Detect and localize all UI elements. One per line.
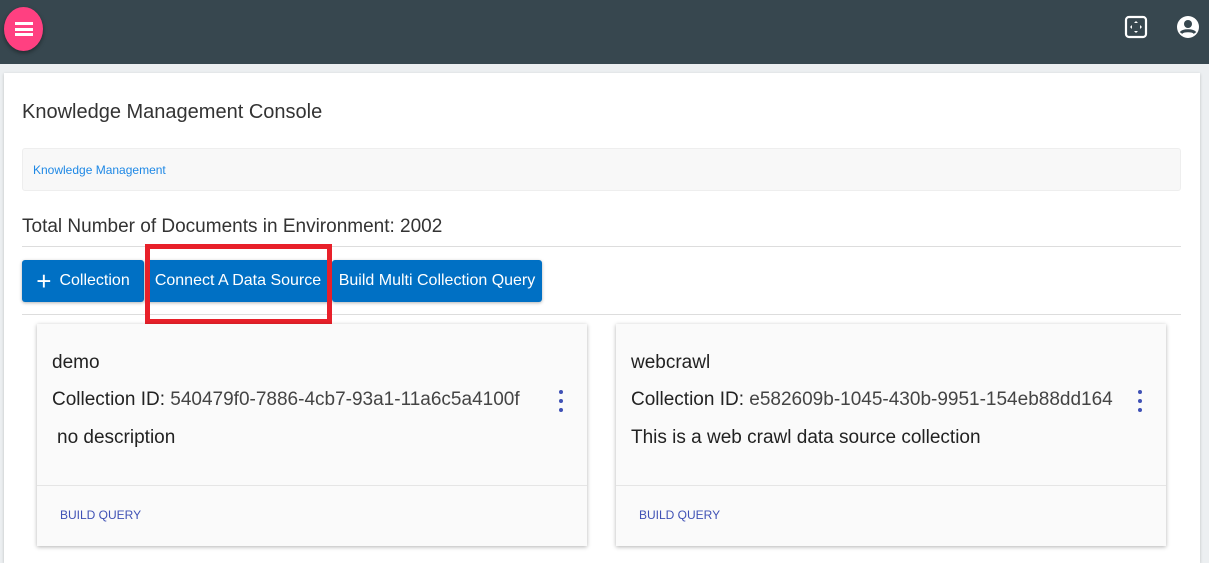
divider [37, 485, 587, 486]
top-app-bar [0, 0, 1209, 64]
collection-name: webcrawl [631, 352, 711, 373]
build-multi-collection-query-button[interactable]: Build Multi Collection Query [332, 260, 542, 302]
menu-button[interactable] [4, 7, 43, 51]
fullscreen-icon [1124, 15, 1148, 39]
highlight-box [145, 244, 332, 324]
page-title: Knowledge Management Console [22, 101, 323, 123]
more-vert-icon[interactable] [1134, 390, 1146, 412]
more-vert-icon[interactable] [555, 390, 567, 412]
account-circle-icon [1177, 16, 1199, 38]
collection-id: Collection ID: 540479f0-7886-4cb7-93a1-1… [52, 389, 520, 410]
total-documents: Total Number of Documents in Environment… [22, 216, 443, 237]
plus-icon: + [36, 266, 52, 296]
account-button[interactable] [1175, 14, 1201, 40]
divider [616, 485, 1166, 486]
build-query-button[interactable]: BUILD QUERY [60, 508, 141, 522]
hamburger-icon [14, 22, 33, 36]
collection-description: no description [57, 427, 176, 448]
collection-name: demo [52, 352, 100, 373]
fullscreen-button[interactable] [1123, 14, 1149, 40]
add-collection-button[interactable]: + Collection [22, 260, 144, 302]
collection-description: This is a web crawl data source collecti… [631, 427, 981, 448]
collection-id: Collection ID: e582609b-1045-430b-9951-1… [631, 389, 1113, 410]
collection-card-demo: demo Collection ID: 540479f0-7886-4cb7-9… [37, 324, 587, 546]
build-query-button[interactable]: BUILD QUERY [639, 508, 720, 522]
breadcrumb: Knowledge Management [22, 148, 1181, 191]
collection-card-webcrawl: webcrawl Collection ID: e582609b-1045-43… [616, 324, 1166, 546]
breadcrumb-knowledge-management[interactable]: Knowledge Management [33, 163, 166, 177]
